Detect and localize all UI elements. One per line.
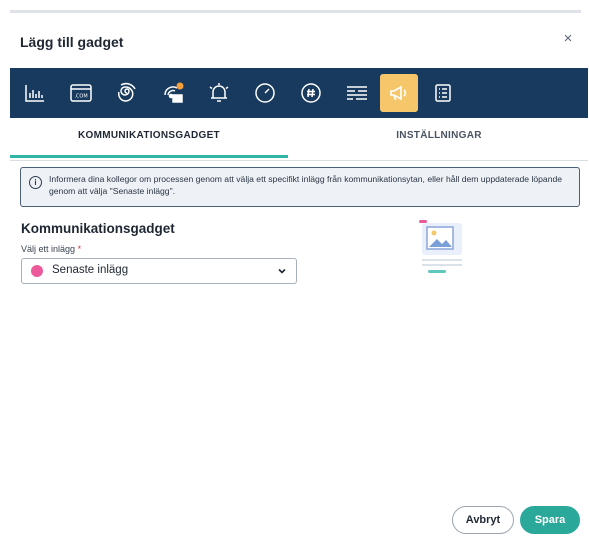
tab-installningar[interactable]: INSTÄLLNINGAR <box>300 118 578 160</box>
gadget-type-toolbar: .COM <box>10 68 588 118</box>
dialog-header: Lägg till gadget × <box>10 13 588 69</box>
dialog-title: Lägg till gadget <box>20 34 124 50</box>
bell-alarm-icon <box>209 83 229 102</box>
post-color-dot <box>31 265 43 277</box>
cancel-button[interactable]: Avbryt <box>452 506 514 534</box>
web-domain-icon: .COM <box>70 84 92 102</box>
hashtag-gadget-button[interactable] <box>292 74 330 112</box>
hashtag-icon <box>301 83 321 103</box>
dialog-tabs: KOMMUNIKATIONSGADGET INSTÄLLNINGAR <box>10 118 588 161</box>
network-badge-icon <box>164 82 184 103</box>
communication-gadget-button[interactable] <box>380 74 418 112</box>
field-label: Välj ett inlägg * <box>21 244 81 254</box>
close-icon[interactable]: × <box>560 31 576 47</box>
alarm-gadget-button[interactable] <box>200 74 238 112</box>
checklist-gadget-button[interactable] <box>424 74 462 112</box>
spiral-icon <box>117 82 136 102</box>
post-select[interactable]: Senaste inlägg <box>21 258 297 284</box>
megaphone-icon <box>390 85 407 101</box>
info-banner: i Informera dina kollegor om processen g… <box>20 167 580 207</box>
speedometer-icon <box>255 83 275 103</box>
info-text: Informera dina kollegor om processen gen… <box>49 174 563 196</box>
field-label-text: Välj ett inlägg <box>21 244 76 254</box>
text-lines-gadget-button[interactable] <box>338 74 376 112</box>
web-domain-gadget-button[interactable]: .COM <box>62 74 100 112</box>
bar-chart-icon <box>25 85 44 102</box>
add-gadget-dialog: Lägg till gadget × .COM KOMMUNIKATIONSGA… <box>10 13 588 542</box>
post-select-value: Senaste inlägg <box>52 264 129 276</box>
bar-chart-gadget-button[interactable] <box>16 74 54 112</box>
save-button[interactable]: Spara <box>520 506 580 534</box>
post-illustration-icon <box>419 220 462 273</box>
tab-kommunikationsgadget[interactable]: KOMMUNIKATIONSGADGET <box>10 118 288 158</box>
required-mark: * <box>77 244 82 254</box>
svg-text:.COM: .COM <box>74 94 87 100</box>
speedometer-gadget-button[interactable] <box>246 74 284 112</box>
info-icon: i <box>29 176 42 189</box>
text-lines-icon <box>347 86 367 100</box>
network-gadget-button[interactable] <box>154 74 192 112</box>
chevron-down-icon <box>278 268 286 274</box>
checklist-icon <box>435 84 451 102</box>
section-title: Kommunikationsgadget <box>21 221 175 236</box>
spiral-gadget-button[interactable] <box>108 74 146 112</box>
